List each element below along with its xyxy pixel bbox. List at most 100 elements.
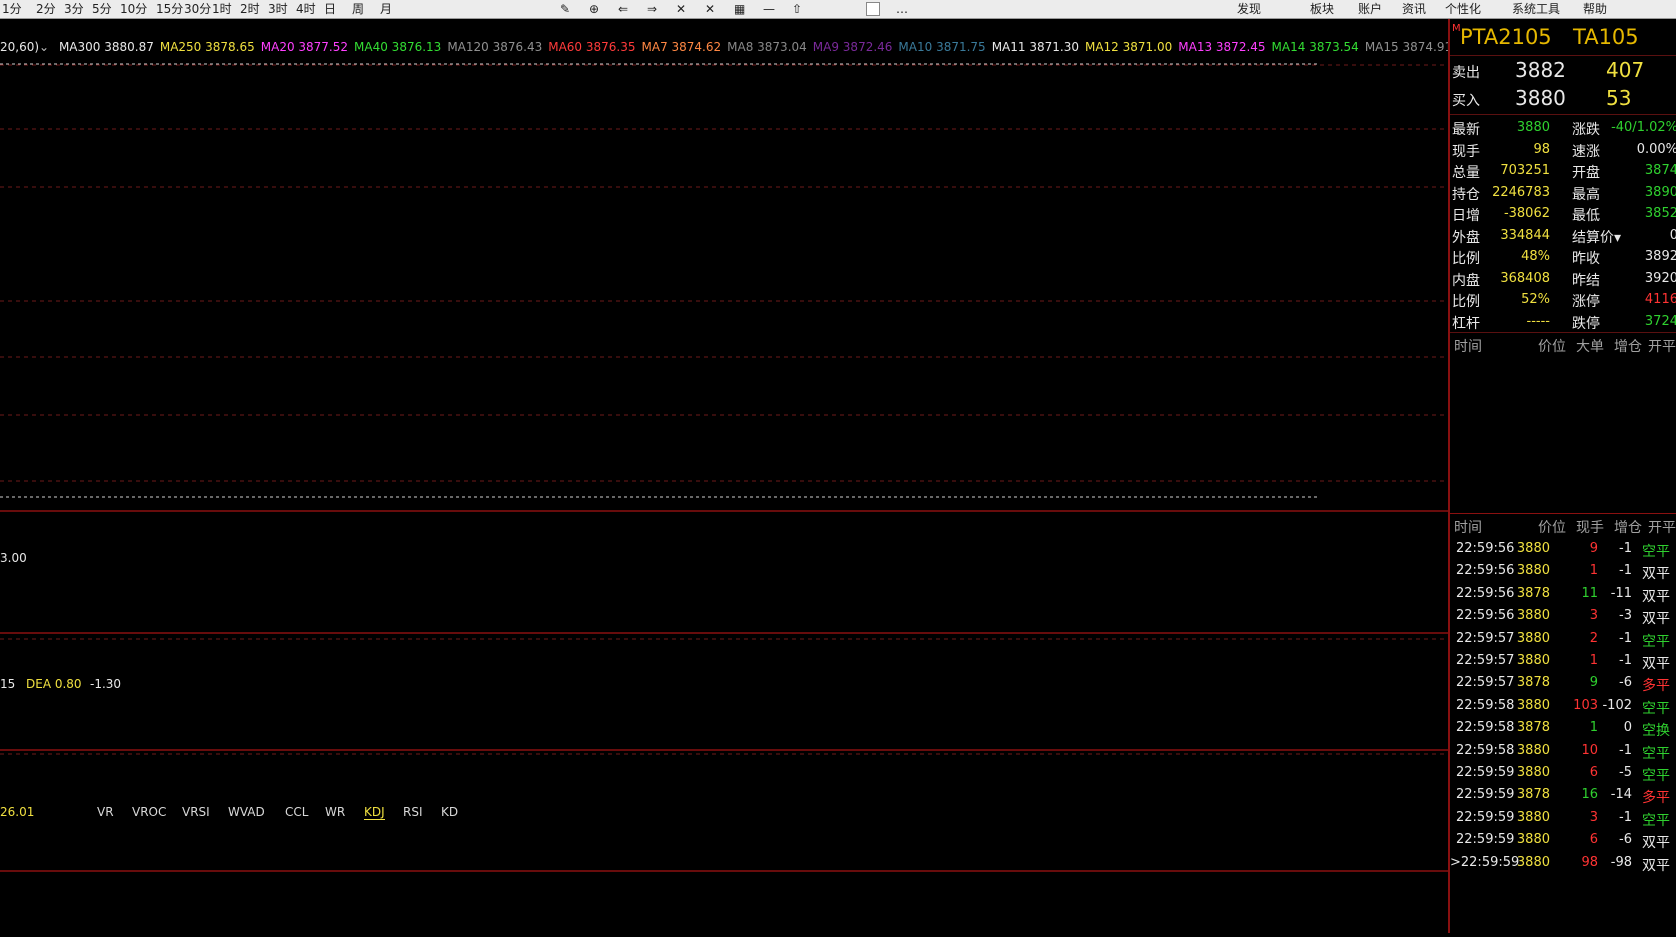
tick-volume: 11 [1581, 585, 1598, 601]
shrink-icon[interactable]: ✕ [705, 1, 715, 17]
tick-row[interactable]: 22:59:57 3880 2 -1 空平 [1450, 629, 1676, 653]
color-swatch[interactable] [866, 2, 880, 16]
tick-row[interactable]: 22:59:56 3878 11 -11 双平 [1450, 584, 1676, 608]
period-button[interactable]: 3分 [64, 1, 84, 17]
macd-extra-label: -1.30 [90, 677, 122, 691]
zoom-icon[interactable]: ⊕ [589, 1, 599, 17]
tick-type: 双平 [1642, 656, 1670, 672]
menu-item[interactable]: 资讯 [1402, 1, 1426, 17]
draw-tool-icon[interactable]: ✎ [560, 1, 570, 17]
period-button[interactable]: 1分 [2, 1, 22, 17]
column-header: 大单 [1576, 339, 1604, 355]
tick-row[interactable]: 22:59:58 3880 10 -1 空平 [1450, 741, 1676, 765]
period-button[interactable]: 10分 [120, 1, 147, 17]
buy-price[interactable]: 3880 [1515, 86, 1566, 110]
column-header: 时间 [1454, 520, 1482, 536]
quote-row: 比例 52% 涨停 4116 [1450, 289, 1676, 311]
tick-volume: 98 [1581, 854, 1598, 870]
tick-row[interactable]: 22:59:57 3880 1 -1 双平 [1450, 651, 1676, 675]
period-button[interactable]: 2分 [36, 1, 56, 17]
menu-item[interactable]: 帮助 [1583, 1, 1607, 17]
symbol-name[interactable]: PTA2105 [1460, 25, 1552, 49]
right-icon[interactable]: ⇒ [647, 1, 657, 17]
menu-item[interactable]: 账户 [1358, 1, 1382, 17]
tick-row[interactable]: 22:59:59 3880 3 -1 空平 [1450, 808, 1676, 832]
period-button[interactable]: 5分 [92, 1, 112, 17]
period-button[interactable]: 日 [324, 1, 336, 17]
tick-increase: -98 [1610, 854, 1632, 870]
tick-time: 22:59:57 [1456, 653, 1515, 668]
period-button[interactable]: 4时 [296, 1, 316, 17]
indicator-tab-vrsi[interactable]: VRSI [182, 805, 210, 819]
indicator-tab-ccl[interactable]: CCL [285, 805, 308, 819]
expand-icon[interactable]: ✕ [676, 1, 686, 17]
period-button[interactable]: 月 [380, 1, 392, 17]
indicator-tab-kd[interactable]: KD [441, 805, 458, 819]
tick-type: 多平 [1642, 678, 1670, 695]
tick-type: 空平 [1642, 633, 1670, 650]
quote-value: 0 [1669, 227, 1676, 243]
tick-row[interactable]: 22:59:56 3880 9 -1 空平 [1450, 539, 1676, 563]
ma-legend-item: MA8 3873.04 [727, 40, 807, 54]
sell-qty: 407 [1606, 58, 1645, 82]
left-icon[interactable]: ⇐ [618, 1, 628, 17]
tick-row[interactable]: 22:59:56 3880 1 -1 双平 [1450, 561, 1676, 585]
tick-row[interactable]: 22:59:58 3880 103 -102 空平 [1450, 696, 1676, 720]
tick-row[interactable]: 22:59:56 3880 3 -3 双平 [1450, 606, 1676, 630]
tick-time: 22:59:59 [1456, 787, 1515, 803]
tick-type: 双平 [1642, 857, 1670, 874]
ma-legend-item: MA11 3871.30 [991, 40, 1079, 54]
quote-value: ----- [1526, 313, 1550, 329]
more-icon[interactable]: … [896, 1, 908, 17]
quote-row: 内盘 368408 昨结 3920 [1450, 268, 1676, 290]
up-icon[interactable]: ⇧ [792, 1, 802, 17]
quote-row: 日增 -38062 最低 3852 [1450, 203, 1676, 225]
column-header: 时间 [1454, 339, 1482, 355]
quote-value: 2246783 [1492, 184, 1550, 200]
period-button[interactable]: 2时 [240, 1, 260, 17]
kline-chart-area[interactable] [0, 19, 1448, 933]
quote-row: 外盘 334844 结算价▾ 0 [1450, 225, 1676, 247]
menu-item[interactable]: 板块 [1310, 1, 1334, 17]
period-button[interactable]: 3时 [268, 1, 288, 17]
period-button[interactable]: 1时 [212, 1, 232, 17]
quote-label[interactable]: 结算价▾ [1572, 227, 1621, 247]
tick-volume: 9 [1589, 541, 1598, 556]
quote-value: 52% [1521, 292, 1550, 307]
tick-row[interactable]: 22:59:59 3880 6 -6 双平 [1450, 830, 1676, 854]
menu-item[interactable]: 发现 [1237, 1, 1261, 17]
indicator-tab-wr[interactable]: WR [325, 805, 345, 819]
menu-item[interactable]: 个性化 [1445, 1, 1481, 17]
indicator-tab-rsi[interactable]: RSI [403, 805, 423, 819]
quote-value: 3724 [1644, 313, 1676, 329]
period-button[interactable]: 30分 [184, 1, 211, 17]
tick-volume: 103 [1573, 697, 1598, 713]
indicator-tab-vroc[interactable]: VROC [132, 805, 166, 819]
indicator-tab-kdj[interactable]: KDJ [364, 805, 385, 820]
tick-row[interactable]: 22:59:59 3878 16 -14 多平 [1450, 785, 1676, 809]
tick-volume: 1 [1589, 720, 1598, 736]
tick-time: >22:59:59 [1450, 854, 1520, 870]
chevron-down-icon[interactable]: ⌄ [39, 40, 49, 54]
column-header: 价位 [1538, 520, 1566, 536]
quote-value: 334844 [1500, 227, 1550, 243]
tick-increase: -1 [1619, 809, 1632, 825]
sell-price[interactable]: 3882 [1515, 58, 1566, 82]
tick-row[interactable]: 22:59:59 3880 6 -5 空平 [1450, 763, 1676, 787]
indicator-tab-vr[interactable]: VR [97, 805, 114, 819]
tick-row[interactable]: >22:59:59 3880 98 -98 双平 [1450, 853, 1676, 877]
period-button[interactable]: 15分 [156, 1, 183, 17]
chart-svg[interactable] [0, 19, 1448, 933]
ma-legend-item: MA13 3872.45 [1178, 40, 1266, 54]
tick-price: 3880 [1516, 541, 1550, 556]
indicator-tab-wvad[interactable]: WVAD [228, 805, 265, 819]
calc-icon[interactable]: ▦ [734, 1, 745, 17]
tick-volume: 6 [1589, 765, 1598, 780]
minus-icon[interactable]: — [763, 1, 775, 17]
tick-row[interactable]: 22:59:57 3878 9 -6 多平 [1450, 673, 1676, 697]
tick-increase: -1 [1619, 541, 1632, 556]
menu-item[interactable]: 系统工具 [1512, 1, 1560, 17]
tick-row[interactable]: 22:59:58 3878 1 0 空换 [1450, 718, 1676, 742]
symbol-code[interactable]: TA105 [1573, 25, 1639, 49]
period-button[interactable]: 周 [352, 1, 364, 17]
